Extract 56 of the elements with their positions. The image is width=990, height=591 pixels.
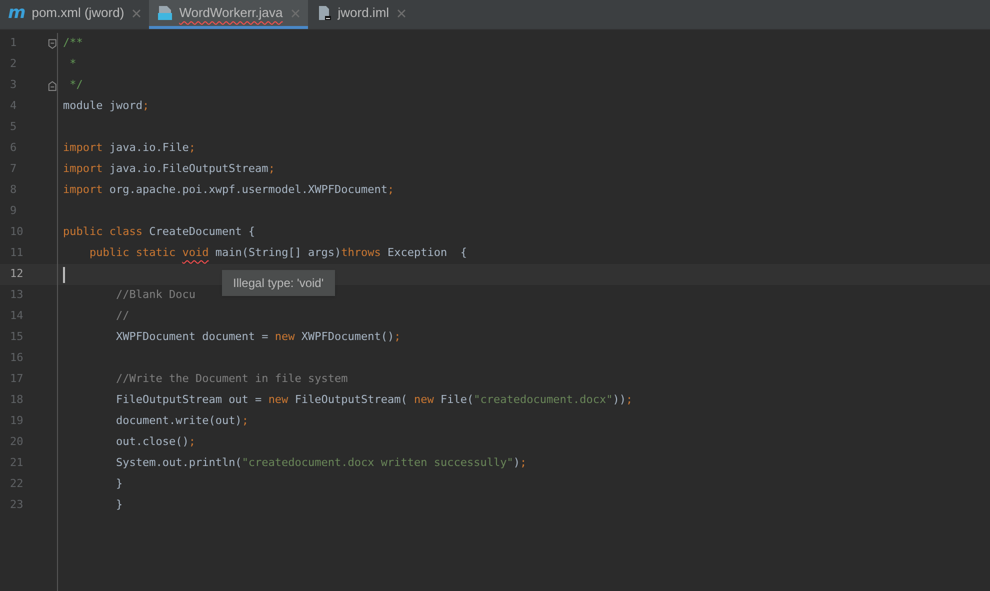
line-number: 21 [9, 455, 24, 472]
error-tooltip: Illegal type: 'void' [222, 270, 335, 296]
code-line: //Write the Document in file system [114, 371, 348, 388]
editor-tab[interactable]: m pom.xml (jword) [0, 0, 150, 29]
fold-icon[interactable] [48, 80, 57, 92]
java-file-icon [157, 5, 174, 21]
line-number: 13 [9, 287, 24, 304]
line-number: 5 [9, 119, 18, 136]
close-icon[interactable] [290, 8, 300, 18]
code-line: module jword; [63, 98, 150, 114]
line-number: 1 [9, 35, 18, 52]
line-number: 18 [9, 392, 24, 408]
line-number: 23 [9, 497, 24, 514]
line-number: 10 [9, 224, 24, 240]
code-line: */ [68, 77, 83, 94]
code-line: import java.io.File; [63, 140, 196, 156]
editor-tab[interactable]: WordWorkerr.java [149, 0, 308, 29]
fold-icon[interactable] [48, 38, 57, 50]
code-line: import java.io.FileOutputStream; [63, 161, 275, 178]
line-number: 3 [9, 77, 18, 94]
close-icon[interactable] [132, 8, 142, 18]
tab-label: pom.xml (jword) [32, 4, 124, 22]
code-line: * [68, 56, 76, 72]
code-line: // [114, 308, 130, 324]
tab-label: jword.iml [338, 4, 390, 22]
line-number: 7 [9, 161, 18, 178]
code-line: public static void main(String[] args)throws Exception { [88, 245, 468, 262]
line-number: 4 [9, 98, 18, 114]
line-number: 9 [9, 203, 18, 220]
line-number: 17 [9, 371, 24, 388]
code-line: import org.apache.poi.xwpf.usermodel.XWPFDocument; [63, 182, 394, 198]
code-line: XWPFDocument document = new XWPFDocument(); [114, 329, 401, 346]
code-line: FileOutputStream out = new FileOutputStream( new File("createdocument.docx")); [114, 392, 633, 408]
line-number: 15 [9, 329, 24, 346]
line-number: 14 [9, 308, 24, 324]
line-number: 6 [9, 140, 18, 156]
code-line: out.close(); [114, 434, 196, 450]
code-line: } [114, 497, 123, 514]
code-line: //Blank Docu [114, 287, 196, 304]
line-number: 11 [9, 245, 24, 262]
line-number: 8 [9, 182, 18, 198]
tab-label: WordWorkerr.java [179, 4, 283, 22]
editor-tab[interactable]: jword.iml [308, 0, 414, 29]
code-line: public class CreateDocument { [63, 224, 256, 240]
line-number: 22 [9, 476, 24, 492]
close-icon[interactable] [397, 8, 406, 18]
line-number: 12 [9, 266, 24, 282]
code-line: } [114, 476, 123, 492]
maven-icon: m [8, 4, 26, 22]
line-number: 2 [9, 56, 18, 72]
line-number: 16 [9, 350, 24, 366]
code-line: document.write(out); [114, 413, 248, 430]
code-line: System.out.println("createdocument.docx written successully"); [114, 455, 527, 472]
line-number: 20 [9, 434, 24, 450]
line-number: 19 [9, 413, 24, 430]
code-line: /** [63, 35, 83, 52]
